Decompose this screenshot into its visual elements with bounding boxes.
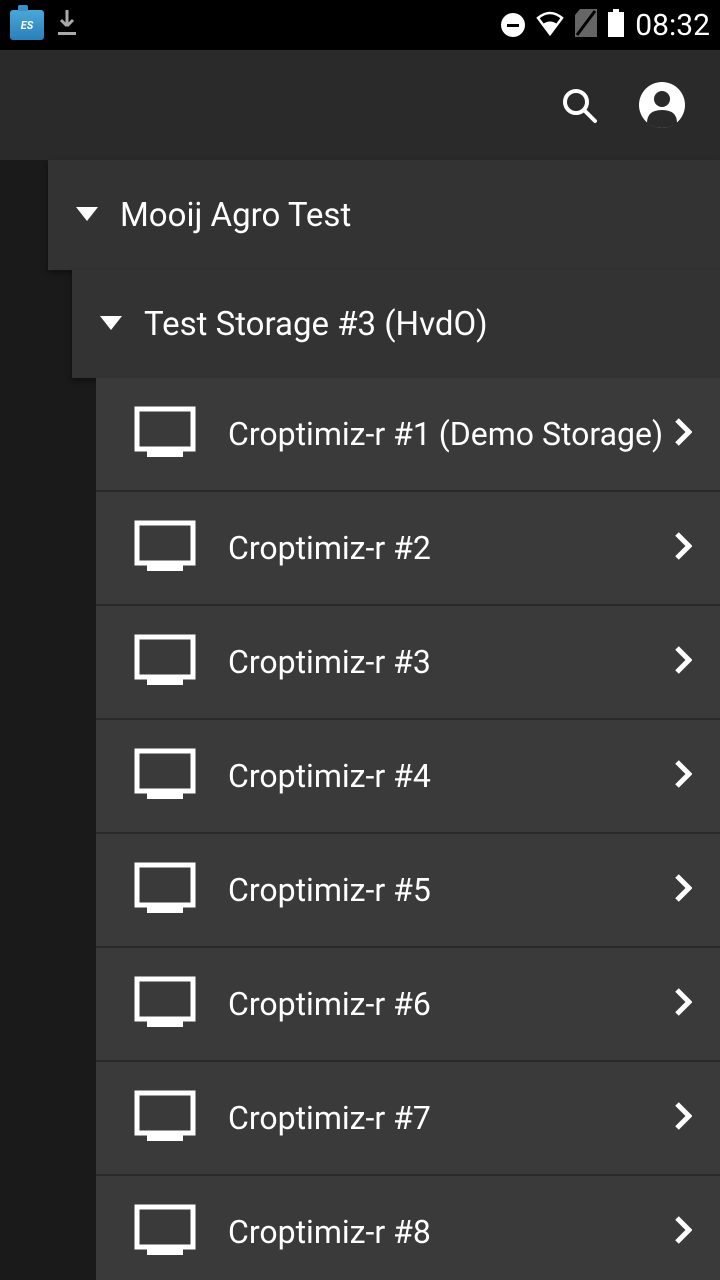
chevron-right-icon — [674, 987, 692, 1021]
list-item[interactable]: Croptimiz-r #5 — [96, 834, 720, 948]
item-label: Croptimiz-r #5 — [228, 850, 674, 930]
group-label: Mooij Agro Test — [120, 196, 351, 235]
no-sim-icon — [575, 9, 597, 41]
item-label: Croptimiz-r #1 (Demo Storage) — [228, 394, 674, 474]
group-label: Test Storage #3 (HvdO) — [144, 305, 488, 344]
list-item[interactable]: Croptimiz-r #1 (Demo Storage) — [96, 378, 720, 492]
chevron-right-icon — [674, 1101, 692, 1135]
device-list: Croptimiz-r #1 (Demo Storage) Croptimiz-… — [96, 378, 720, 1280]
item-label: Croptimiz-r #7 — [228, 1078, 674, 1158]
device-icon — [134, 520, 196, 576]
device-icon — [134, 634, 196, 690]
device-icon — [134, 748, 196, 804]
search-icon[interactable] — [559, 85, 599, 125]
item-label: Croptimiz-r #3 — [228, 622, 674, 702]
tree-group-storage[interactable]: Test Storage #3 (HvdO) — [72, 270, 720, 378]
device-icon — [134, 1090, 196, 1146]
chevron-right-icon — [674, 759, 692, 793]
chevron-right-icon — [674, 645, 692, 679]
item-label: Croptimiz-r #8 — [228, 1192, 674, 1272]
tree-group-company[interactable]: Mooij Agro Test — [48, 160, 720, 270]
device-icon — [134, 406, 196, 462]
item-label: Croptimiz-r #6 — [228, 964, 674, 1044]
chevron-right-icon — [674, 873, 692, 907]
do-not-disturb-icon — [501, 13, 525, 37]
list-item[interactable]: Croptimiz-r #8 — [96, 1176, 720, 1280]
es-explorer-icon: ES — [10, 10, 44, 40]
download-icon — [56, 10, 78, 40]
chevron-right-icon — [674, 1215, 692, 1249]
tree-view: Mooij Agro Test Test Storage #3 (HvdO) C… — [0, 160, 720, 1280]
account-icon[interactable] — [639, 82, 685, 128]
status-bar: ES 08:32 — [0, 0, 720, 50]
list-item[interactable]: Croptimiz-r #4 — [96, 720, 720, 834]
list-item[interactable]: Croptimiz-r #6 — [96, 948, 720, 1062]
list-item[interactable]: Croptimiz-r #3 — [96, 606, 720, 720]
list-item[interactable]: Croptimiz-r #7 — [96, 1062, 720, 1176]
battery-icon — [607, 9, 625, 41]
wifi-icon — [535, 10, 565, 40]
item-label: Croptimiz-r #4 — [228, 736, 674, 816]
app-bar — [0, 50, 720, 160]
device-icon — [134, 976, 196, 1032]
device-icon — [134, 862, 196, 918]
chevron-right-icon — [674, 417, 692, 451]
item-label: Croptimiz-r #2 — [228, 508, 674, 588]
list-item[interactable]: Croptimiz-r #2 — [96, 492, 720, 606]
clock: 08:32 — [635, 8, 710, 43]
device-icon — [134, 1204, 196, 1260]
caret-down-icon — [100, 315, 122, 334]
caret-down-icon — [76, 206, 98, 225]
chevron-right-icon — [674, 531, 692, 565]
